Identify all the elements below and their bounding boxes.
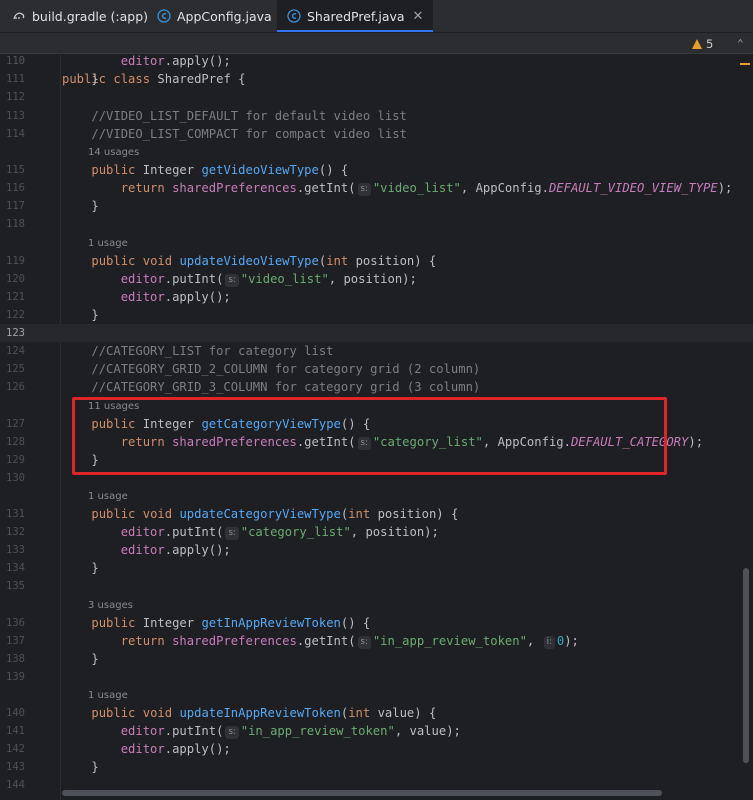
sticky-class-header: 10 public class SharedPref { (0, 33, 753, 86)
code-line: 120 editor.putInt(s: "video_list", positi… (6, 272, 417, 287)
code-line: 131 public void updateCategoryViewType(i… (6, 507, 459, 521)
class-icon (287, 9, 301, 23)
code-line: 112 (6, 91, 25, 103)
class-icon (157, 9, 171, 23)
close-icon[interactable]: ✕ (413, 9, 424, 24)
usages-hint[interactable]: 1 usage (88, 686, 128, 704)
gradle-icon (12, 9, 26, 23)
current-code-line[interactable]: 123 (0, 324, 753, 342)
vertical-scrollbar[interactable] (743, 568, 749, 763)
code-line: 136 public Integer getInAppReviewToken()… (6, 616, 371, 630)
code-line: 118 (6, 218, 25, 230)
code-line: 122 } (6, 308, 99, 322)
tab-label: AppConfig.java (177, 8, 272, 24)
code-line: 116 return sharedPreferences.getInt(s: "v… (6, 181, 733, 196)
code-line: 139 (6, 671, 25, 683)
warnings-count: 5 (706, 37, 714, 51)
horizontal-scrollbar[interactable] (62, 790, 662, 796)
code-line: 137 return sharedPreferences.getInt(s: "i… (6, 634, 579, 649)
code-line: 10 public class SharedPref { (0, 34, 740, 86)
usages-hint[interactable]: 14 usages (88, 143, 139, 161)
editor-tab-bar: build.gradle (:app) AppConfig.java Share… (0, 0, 753, 33)
warnings-indicator[interactable]: 5 (692, 37, 713, 51)
tab-appconfig[interactable]: AppConfig.java (157, 0, 272, 32)
code-line: 115 public Integer getVideoViewType() { (6, 163, 349, 177)
code-line: 134 } (6, 561, 99, 575)
code-line: 124 //CATEGORY_LIST for category list (6, 344, 334, 358)
code-line: 141 editor.putInt(s: "in_app_review_token… (6, 724, 461, 739)
code-line: 117 } (6, 199, 99, 213)
code-line: 111 } (6, 72, 99, 86)
code-line: 142 editor.apply(); (6, 742, 231, 756)
code-line: 114 //VIDEO_LIST_COMPACT for compact vid… (6, 127, 407, 141)
usages-hint[interactable]: 1 usage (88, 487, 128, 505)
code-line: 138 } (6, 652, 99, 666)
code-line: 143 } (6, 760, 99, 774)
code-line: 133 editor.apply(); (6, 543, 231, 557)
code-line: 125 //CATEGORY_GRID_2_COLUMN for categor… (6, 362, 481, 376)
usages-hint[interactable]: 3 usages (88, 596, 133, 614)
tab-label: build.gradle (:app) (32, 8, 149, 24)
code-line: 135 (6, 580, 25, 592)
warning-icon (692, 39, 702, 49)
code-line: 140 public void updateInAppReviewToken(i… (6, 706, 437, 720)
tab-sharedpref[interactable]: SharedPref.java ✕ (277, 0, 434, 32)
code-line: 132 editor.putInt(s: "category_list", pos… (6, 525, 439, 540)
usages-hint[interactable]: 1 usage (88, 234, 128, 252)
tab-label: SharedPref.java (307, 8, 405, 24)
code-line: 121 editor.apply(); (6, 290, 231, 304)
code-line: 110 editor.apply(); (6, 54, 231, 68)
warning-stripe-mark[interactable] (740, 63, 750, 65)
tab-build-gradle[interactable]: build.gradle (:app) (12, 0, 148, 32)
code-line: 119 public void updateVideoViewType(int … (6, 254, 437, 268)
highlight-box (72, 397, 667, 475)
code-line: 113 //VIDEO_LIST_DEFAULT for default vid… (6, 109, 407, 123)
code-line: 126 //CATEGORY_GRID_3_COLUMN for categor… (6, 380, 481, 394)
chevron-up-down-icon[interactable]: ⌃ (737, 37, 744, 50)
